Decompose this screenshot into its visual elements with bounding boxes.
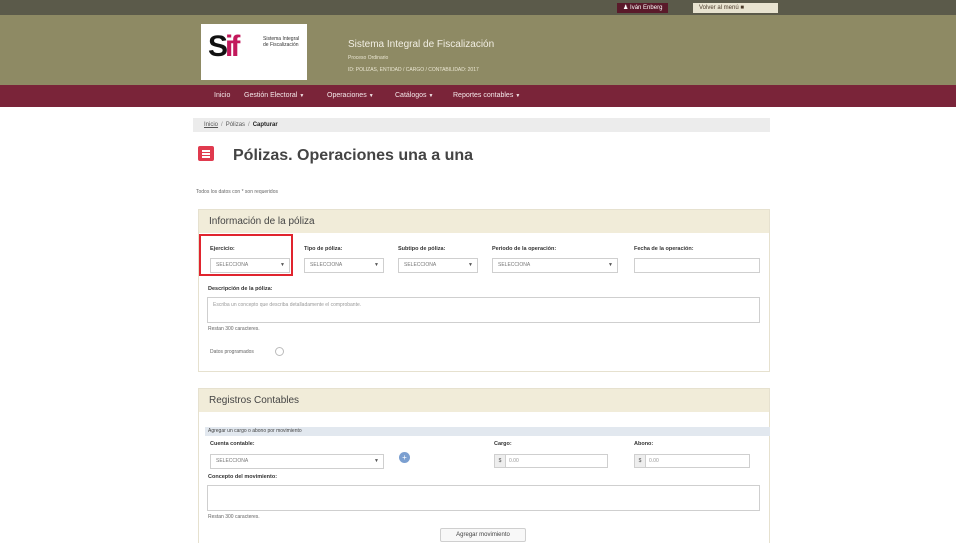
abono-placeholder: 0.00 bbox=[649, 458, 659, 464]
system-subtitle-context: ID: POLIZAS, ENTIDAD / CARGO / CONTABILI… bbox=[348, 67, 479, 73]
home-icon: ■ bbox=[740, 5, 744, 11]
chevron-down-icon: ▼ bbox=[374, 262, 379, 268]
subtipo-poliza-select[interactable]: SELECCIONA ▼ bbox=[398, 258, 478, 273]
breadcrumb-separator: / bbox=[221, 122, 223, 128]
fecha-input[interactable] bbox=[634, 258, 760, 273]
periodo-label: Periodo de la operación: bbox=[492, 246, 557, 252]
datos-programados-label: Datos programados bbox=[210, 349, 254, 355]
panel-heading: Registros Contables bbox=[199, 389, 769, 412]
cargo-label: Cargo: bbox=[494, 441, 512, 447]
concepto-char-counter: Restan 300 caracteres. bbox=[208, 514, 260, 520]
tipo-poliza-select[interactable]: SELECCIONA ▼ bbox=[304, 258, 384, 273]
currency-symbol: $ bbox=[495, 455, 506, 467]
chevron-down-icon: ▼ bbox=[468, 262, 473, 268]
concepto-label: Concepto del movimiento: bbox=[208, 474, 278, 480]
breadcrumb-section[interactable]: Pólizas bbox=[226, 122, 245, 128]
main-navbar: Inicio Gestión Electoral ▼ Operaciones ▼ C… bbox=[0, 85, 956, 107]
subtipo-poliza-value: SELECCIONA bbox=[404, 262, 437, 268]
datos-programados-toggle[interactable] bbox=[275, 347, 284, 356]
nav-item-reportes[interactable]: Reportes contables ▼ bbox=[453, 85, 520, 107]
chevron-down-icon: ▼ bbox=[374, 458, 379, 464]
tipo-poliza-label: Tipo de póliza: bbox=[304, 246, 343, 252]
logo-text: Sistema Integral de Fiscalización bbox=[263, 36, 300, 48]
ejercicio-highlight-box bbox=[199, 234, 293, 276]
back-to-menu-button[interactable]: Volver al menú ■ bbox=[693, 3, 778, 13]
cuenta-contable-value: SELECCIONA bbox=[216, 458, 249, 464]
system-subtitle-process: Proceso Ordinario bbox=[348, 55, 389, 61]
descripcion-textarea[interactable]: Escriba un concepto que describa detalla… bbox=[207, 297, 760, 323]
fecha-label: Fecha de la operación: bbox=[634, 246, 694, 252]
descripcion-label: Descripción de la póliza: bbox=[208, 286, 273, 292]
breadcrumb-separator: / bbox=[248, 122, 250, 128]
nav-item-gestion-electoral[interactable]: Gestión Electoral ▼ bbox=[244, 85, 304, 107]
list-icon bbox=[198, 146, 214, 161]
chevron-down-icon: ▼ bbox=[368, 93, 374, 99]
user-button[interactable]: ♟ Iván Enberg bbox=[617, 3, 669, 13]
abono-input[interactable]: $0.00 bbox=[634, 454, 750, 468]
user-label: Iván Enberg bbox=[630, 5, 663, 11]
panel-heading: Información de la póliza bbox=[199, 210, 769, 233]
descripcion-placeholder: Escriba un concepto que describa detalla… bbox=[213, 302, 362, 308]
nav-item-label: Gestión Electoral bbox=[244, 92, 298, 99]
breadcrumb: Inicio / Pólizas / Capturar bbox=[193, 118, 770, 132]
concepto-textarea[interactable] bbox=[207, 485, 760, 511]
nav-item-label: Catálogos bbox=[395, 92, 427, 99]
chevron-down-icon: ▼ bbox=[299, 93, 305, 99]
cargo-input[interactable]: $0.00 bbox=[494, 454, 608, 468]
periodo-value: SELECCIONA bbox=[498, 262, 531, 268]
abono-label: Abono: bbox=[634, 441, 654, 447]
nav-item-catalogos[interactable]: Catálogos ▼ bbox=[395, 85, 433, 107]
subtipo-poliza-label: Subtipo de póliza: bbox=[398, 246, 446, 252]
add-cuenta-icon[interactable]: + bbox=[399, 452, 410, 463]
chevron-down-icon: ▼ bbox=[515, 93, 521, 99]
cargo-placeholder: 0.00 bbox=[509, 458, 519, 464]
descripcion-char-counter: Restan 300 caracteres. bbox=[208, 326, 260, 332]
registros-subheading: Agregar un cargo o abono por movimiento bbox=[205, 427, 770, 436]
nav-item-label: Reportes contables bbox=[453, 92, 514, 99]
sif-logo-mark: Sif bbox=[208, 30, 240, 63]
chevron-down-icon: ▼ bbox=[608, 262, 613, 268]
sif-logo[interactable]: Sif Sistema Integral de Fiscalización bbox=[201, 24, 307, 80]
breadcrumb-current: Capturar bbox=[252, 122, 278, 128]
nav-item-inicio[interactable]: Inicio bbox=[214, 85, 230, 107]
cuenta-contable-select[interactable]: SELECCIONA ▼ bbox=[210, 454, 384, 469]
nav-item-label: Operaciones bbox=[327, 92, 367, 99]
cuenta-contable-label: Cuenta contable: bbox=[210, 441, 255, 447]
currency-symbol: $ bbox=[635, 455, 646, 467]
required-fields-note: Todos los datos con * son requeridos bbox=[196, 189, 278, 195]
back-label: Volver al menú bbox=[699, 5, 739, 11]
periodo-select[interactable]: SELECCIONA ▼ bbox=[492, 258, 618, 273]
add-movement-button[interactable]: Agregar movimiento bbox=[440, 528, 526, 542]
header: Sif Sistema Integral de Fiscalización Si… bbox=[0, 15, 956, 85]
page-title: Pólizas. Operaciones una a una bbox=[233, 147, 474, 164]
chevron-down-icon: ▼ bbox=[428, 93, 434, 99]
breadcrumb-home-link[interactable]: Inicio bbox=[204, 122, 218, 128]
nav-item-label: Inicio bbox=[214, 92, 231, 99]
tipo-poliza-value: SELECCIONA bbox=[310, 262, 343, 268]
nav-item-operaciones[interactable]: Operaciones ▼ bbox=[327, 85, 374, 107]
top-strip: ♟ Iván Enberg Volver al menú ■ bbox=[0, 0, 956, 15]
system-title: Sistema Integral de Fiscalización bbox=[348, 39, 495, 50]
